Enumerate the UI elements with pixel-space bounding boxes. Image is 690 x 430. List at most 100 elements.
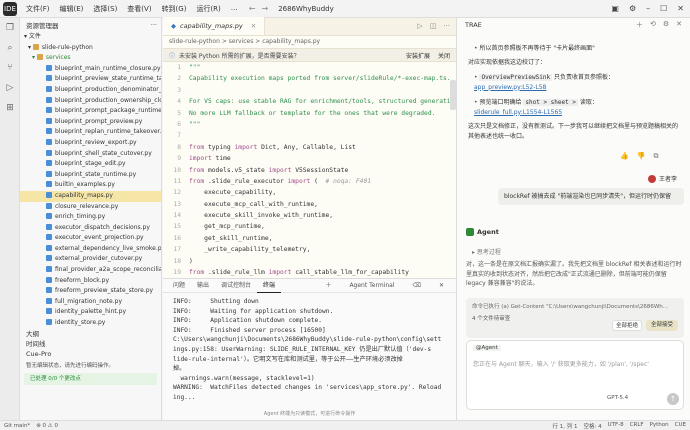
tab-terminal[interactable]: 终端 [257,279,282,293]
settings-icon[interactable]: ⚙ [629,4,636,13]
tree-root[interactable]: ▾ 文件 [20,32,161,43]
file-item[interactable]: enrich_timing.py [20,212,161,223]
search-icon[interactable]: ⌕ [0,38,20,58]
menu-goto[interactable]: 转到(G) [157,4,192,14]
file-item[interactable]: external_dependency_live_smoke.py [20,244,161,255]
code-line[interactable]: 2 Capability execution maps ported from s… [163,73,456,84]
code-line[interactable]: 10 from models.v5_state import V5SessionS… [163,165,456,176]
source-control-icon[interactable]: ⑂ [0,58,20,78]
thumbs-up-icon[interactable]: 👍 [620,152,629,161]
menu-more[interactable]: … [226,4,243,14]
explorer-icon[interactable]: ❐ [0,18,20,38]
file-item[interactable]: external_provider_cutover.py [20,254,161,265]
section-timeline[interactable]: 时间线 [20,339,161,349]
file-item[interactable]: blueprint_production_ownership_clo... [20,96,161,107]
breadcrumb[interactable]: slide-rule-python > services > capabilit… [163,36,456,48]
menu-view[interactable]: 查看(V) [122,4,156,14]
command-line[interactable]: 命令已执行 (a) Get-Content "C:\Users\wangchun… [472,302,678,310]
section-outline[interactable]: 大纲 [20,329,161,339]
forward-icon[interactable]: → [261,4,268,13]
trash-icon[interactable]: ⌫ [406,279,426,293]
tab-output[interactable]: 输出 [191,279,215,293]
install-extension-button[interactable]: 安装扩展 [406,51,430,60]
chat-settings-icon[interactable]: ⚙ [663,20,669,30]
tab-close-icon[interactable]: ✕ [251,22,256,30]
pending-files[interactable]: 4 个文件待审查 [472,314,510,322]
code-line[interactable]: 15 get_mcp_runtime, [163,221,456,232]
file-item[interactable]: capability_maps.py [20,190,161,202]
new-chat-icon[interactable]: ＋ [636,20,643,30]
code-line[interactable]: 8 from typing import Dict, Any, Callable,… [163,142,456,153]
menu-run[interactable]: 运行(R) [191,4,225,14]
indent-status[interactable]: 空格: 4 [584,422,602,430]
file-item[interactable]: blueprint_state_runtime.py [20,170,161,181]
chat-link-2[interactable]: sliderule_full.py:L1554-L1565 [474,109,562,116]
file-item[interactable]: blueprint_prompt_package_runtime_... [20,106,161,117]
agent-mention-tag[interactable]: @Agent [473,345,501,351]
history-icon[interactable]: ⟲ [650,20,656,30]
file-item[interactable]: blueprint_production_denominator_r... [20,85,161,96]
model-selector[interactable]: GPT-5.4 [607,395,628,401]
code-view[interactable]: 1 """ 2 Capability execution maps ported fr… [163,62,456,278]
thinking-toggle[interactable]: ▸ 思考过程 [472,247,501,256]
editor-more-icon[interactable]: ··· [443,22,450,30]
thumbs-down-icon[interactable]: 👎 [637,152,646,161]
chat-link-1[interactable]: app_preview.py:L52-L58 [474,84,546,91]
dismiss-button[interactable]: 关闭 [438,51,450,60]
maximize-icon[interactable]: ☐ [660,4,667,13]
agent-terminal-label[interactable]: Agent Terminal [343,279,400,293]
file-item[interactable]: full_migration_note.py [20,297,161,308]
file-item[interactable]: final_provider_a2a_scope_reconciliati... [20,265,161,276]
menu-select[interactable]: 选择(S) [88,4,122,14]
tab-problems[interactable]: 问题 [167,279,191,293]
code-line[interactable]: 1 """ [163,62,456,73]
extensions-icon[interactable]: ⊞ [0,98,20,118]
split-editor-icon[interactable]: ◫ [430,22,437,30]
run-debug-icon[interactable]: ▷ [0,78,20,98]
encoding-status[interactable]: UTF-8 [608,422,624,430]
file-item[interactable]: executor_event_projection.py [20,233,161,244]
file-item[interactable]: blueprint_main_runtime_closure.py [20,64,161,75]
file-item[interactable]: blueprint_replan_runtime_takeover.py [20,127,161,138]
section-cue-pro[interactable]: Cue-Pro [20,349,161,359]
code-line[interactable]: 14 execute_skill_invoke_with_runtime, [163,210,456,221]
tree-project[interactable]: ▾ slide-rule-python [20,43,161,54]
file-item[interactable]: blueprint_prompt_preview.py [20,117,161,128]
code-line[interactable]: 19 from .slide_rule_llm import call_stabl… [163,267,456,278]
code-line[interactable]: 7 [163,130,456,141]
code-line[interactable]: 3 [163,85,456,96]
file-item[interactable]: blueprint_preview_state_runtime_tak... [20,74,161,85]
code-line[interactable]: 5 No more LLM fallback or template for th… [163,108,456,119]
tab-capability-maps[interactable]: ◆ capability_maps.py ✕ [163,17,266,35]
code-line[interactable]: 16 get_skill_runtime, [163,233,456,244]
file-item[interactable]: blueprint_stage_edit.py [20,159,161,170]
code-line[interactable]: 9 import time [163,153,456,164]
reject-all-button[interactable]: 全部拒绝 [612,320,642,331]
file-item[interactable]: builtin_examples.py [20,180,161,191]
file-item[interactable]: closure_relevance.py [20,202,161,213]
code-line[interactable]: 12 execute_capability, [163,187,456,198]
file-item[interactable]: blueprint_shell_state_cutover.py [20,149,161,160]
send-icon[interactable]: ↑ [667,393,679,405]
eol-status[interactable]: CRLF [630,422,644,430]
more-icon[interactable]: ··· [151,21,157,29]
code-line[interactable]: 17 _write_capability_telemetry, [163,244,456,255]
cursor-position[interactable]: 行 1, 列 1 [553,422,578,430]
layout-icon[interactable]: ▣ [611,4,619,13]
code-line[interactable]: 13 execute_mcp_call_with_runtime, [163,199,456,210]
copy-icon[interactable]: ⧉ [653,152,658,161]
file-item[interactable]: executor_dispatch_decisions.py [20,223,161,234]
file-item[interactable]: identity_store.py [20,318,161,329]
code-line[interactable]: 11 from .slide_rule_executor import ( # n… [163,176,456,187]
code-line[interactable]: 6 """ [163,119,456,130]
back-icon[interactable]: ← [249,4,256,13]
file-item[interactable]: freeform_preview_state_store.py [20,286,161,297]
tab-debug-console[interactable]: 调试控制台 [215,279,257,293]
tree-folder-services[interactable]: ▾ services [20,53,161,64]
file-item[interactable]: identity_palette_hint.py [20,307,161,318]
cue-status[interactable]: CUE [675,422,686,430]
code-line[interactable]: 4 For V5 caps: use stable RAG for enrichm… [163,96,456,107]
terminal-output[interactable]: INFO: Shutting down INFO: Waiting for app… [163,293,456,407]
chat-input[interactable]: @Agent 您正在与 Agent 聊天，输入 '/' 获取更多能力，如 '/p… [466,340,684,410]
add-terminal-icon[interactable]: ＋ [319,279,337,293]
